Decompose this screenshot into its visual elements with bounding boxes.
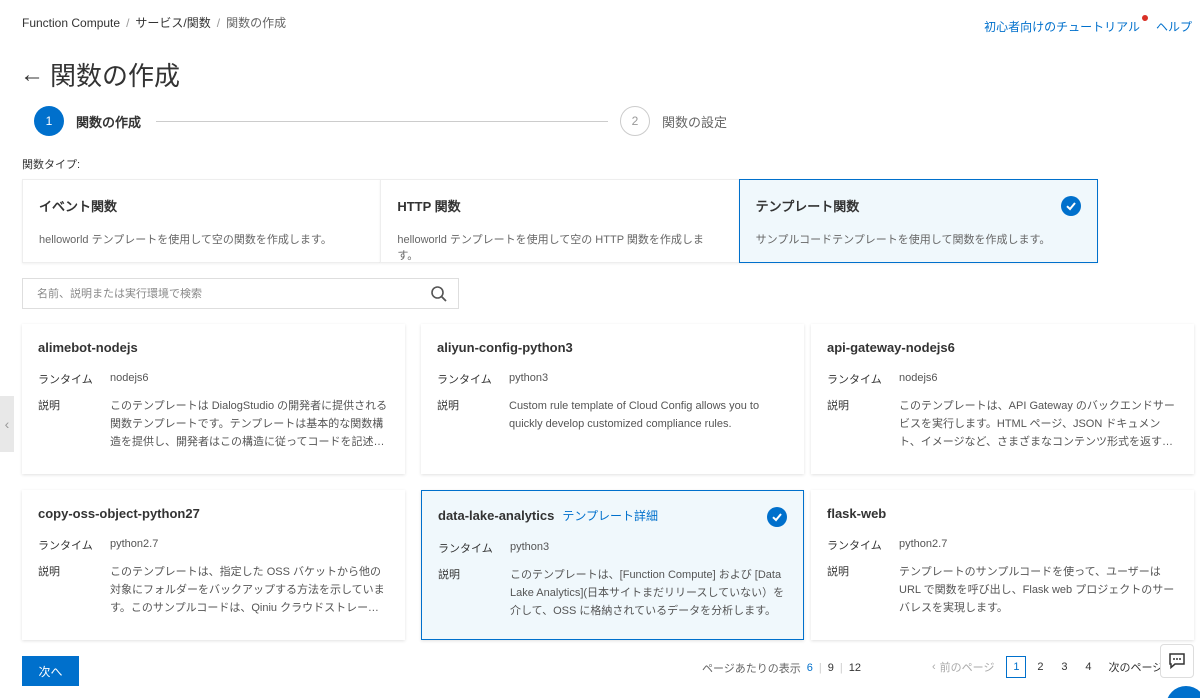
notification-dot: [1141, 15, 1148, 21]
runtime-value: python3: [509, 372, 549, 384]
divider: |: [839, 662, 843, 674]
runtime-label: ランタイム: [438, 543, 493, 555]
runtime-label: ランタイム: [827, 374, 882, 386]
back-arrow-icon[interactable]: ←: [20, 61, 44, 89]
runtime-value: nodejs6: [110, 372, 149, 384]
type-card-title: HTTP 関数: [397, 199, 461, 214]
desc-label: 説明: [827, 566, 849, 578]
per-page-option-9[interactable]: 9: [828, 662, 834, 674]
page-2[interactable]: 2: [1030, 656, 1050, 678]
help-link[interactable]: ヘルプ: [1156, 18, 1192, 35]
desc-value: このテンプレートは、API Gateway のバックエンドサービスを実行します。…: [899, 400, 1175, 448]
desc-label: 説明: [437, 400, 459, 412]
runtime-value: nodejs6: [899, 372, 938, 384]
template-name: alimebot-nodejs: [38, 340, 138, 355]
runtime-value: python2.7: [899, 538, 948, 550]
page-4[interactable]: 4: [1078, 656, 1098, 678]
desc-label: 説明: [827, 400, 849, 412]
runtime-value: python3: [510, 541, 550, 553]
desc-value: このテンプレートは DialogStudio の開発者に提供される関数テンプレー…: [110, 400, 388, 448]
tutorial-link[interactable]: 初心者向けのチュートリアル: [984, 15, 1148, 35]
template-card[interactable]: aliyun-config-python3 ランタイム python3 説明 Cus…: [421, 324, 804, 474]
runtime-label: ランタイム: [827, 540, 882, 552]
steps: 1 関数の作成 2 関数の設定: [34, 106, 754, 138]
assistant-button[interactable]: [1166, 686, 1200, 698]
step-label: 関数の設定: [662, 114, 728, 130]
desc-value: このテンプレートは、[Function Compute] および [Data L…: [510, 569, 785, 617]
per-page-option-12[interactable]: 12: [849, 662, 861, 674]
desc-label: 説明: [438, 569, 460, 581]
function-type-label: 関数タイプ:: [22, 159, 81, 171]
check-icon: [1060, 196, 1081, 216]
chat-icon: [1169, 653, 1185, 670]
step-2: 2 関数の設定: [620, 106, 727, 136]
step-connector: [156, 121, 608, 122]
type-card-event[interactable]: イベント関数 helloworld テンプレートを使用して空の関数を作成します。: [22, 179, 381, 263]
page-title: ← 関数の作成: [20, 56, 180, 93]
runtime-value: python2.7: [110, 538, 159, 550]
template-card[interactable]: copy-oss-object-python27 ランタイム python2.7 …: [22, 490, 405, 640]
step-1: 1 関数の作成: [34, 106, 141, 136]
prev-page-label: 前のページ: [939, 662, 995, 674]
template-card[interactable]: alimebot-nodejs ランタイム nodejs6 説明 このテンプレートは…: [22, 324, 405, 474]
template-name: copy-oss-object-python27: [38, 506, 200, 521]
template-card[interactable]: flask-web ランタイム python2.7 説明 テンプレートのサンプルコー…: [811, 490, 1194, 640]
check-icon: [767, 507, 787, 527]
desc-value: このテンプレートは、指定した OSS バケットから他の対象にフォルダーをバックア…: [110, 566, 385, 614]
chevron-left-icon: ‹: [932, 661, 936, 673]
page-3[interactable]: 3: [1054, 656, 1074, 678]
side-collapse-handle[interactable]: ‹: [0, 396, 14, 452]
divider: |: [818, 662, 822, 674]
runtime-label: ランタイム: [38, 540, 93, 552]
per-page-selector: ページあたりの表示 6 | 9 | 12: [702, 660, 861, 676]
type-card-desc: helloworld テンプレートを使用して空の関数を作成します。: [39, 234, 332, 246]
template-name: flask-web: [827, 506, 887, 521]
template-card-selected[interactable]: data-lake-analytics テンプレート詳細 ランタイム python3…: [421, 490, 804, 640]
breadcrumb-separator: /: [126, 16, 130, 30]
search-input[interactable]: [37, 287, 430, 300]
template-detail-link[interactable]: テンプレート詳細: [562, 507, 658, 524]
desc-label: 説明: [38, 566, 60, 578]
type-card-template[interactable]: テンプレート関数 サンプルコードテンプレートを使用して関数を作成します。: [738, 179, 1098, 263]
template-card[interactable]: api-gateway-nodejs6 ランタイム nodejs6 説明 このテンプ…: [811, 324, 1194, 474]
desc-value: Custom rule template of Cloud Config all…: [509, 400, 760, 430]
type-card-desc: サンプルコードテンプレートを使用して関数を作成します。: [755, 234, 1051, 246]
function-type-selector: イベント関数 helloworld テンプレートを使用して空の関数を作成します。…: [22, 179, 1098, 263]
type-card-http[interactable]: HTTP 関数 helloworld テンプレートを使用して空の HTTP 関数…: [380, 179, 739, 263]
feedback-button[interactable]: [1160, 644, 1194, 678]
pagination: ‹ 前のページ 1 2 3 4 次のページ: [932, 656, 1163, 678]
breadcrumb-item-function-compute[interactable]: Function Compute: [22, 16, 120, 30]
type-card-title: テンプレート関数: [755, 199, 860, 214]
next-page-button[interactable]: 次のページ: [1108, 659, 1163, 675]
chevron-left-icon: ‹: [4, 416, 10, 432]
per-page-label: ページあたりの表示: [702, 663, 801, 675]
prev-page-button[interactable]: ‹ 前のページ: [932, 659, 994, 675]
template-name: data-lake-analytics: [438, 508, 555, 523]
desc-value: テンプレートのサンプルコードを使って、ユーザーは URL で関数を呼び出し、Fl…: [899, 566, 1175, 614]
search-icon[interactable]: [430, 285, 448, 303]
per-page-option-6[interactable]: 6: [807, 662, 813, 674]
step-label: 関数の作成: [76, 114, 142, 130]
top-links: 初心者向けのチュートリアル ヘルプ: [984, 15, 1192, 35]
runtime-label: ランタイム: [38, 374, 93, 386]
breadcrumb-separator: /: [216, 16, 221, 30]
page-1[interactable]: 1: [1006, 656, 1027, 678]
tutorial-link-label: 初心者向けのチュートリアル: [984, 20, 1140, 34]
step-number: 1: [34, 106, 64, 136]
step-number: 2: [620, 106, 650, 136]
breadcrumb-item-services[interactable]: サービス/関数: [135, 16, 210, 30]
type-card-desc: helloworld テンプレートを使用して空の HTTP 関数を作成します。: [397, 234, 704, 262]
breadcrumb: Function Compute / サービス/関数 / 関数の作成: [22, 14, 286, 31]
search-box: [22, 278, 459, 309]
template-name: aliyun-config-python3: [437, 340, 573, 355]
type-card-title: イベント関数: [39, 199, 118, 214]
desc-label: 説明: [38, 400, 60, 412]
runtime-label: ランタイム: [437, 374, 492, 386]
page-title-text: 関数の作成: [50, 61, 181, 91]
breadcrumb-item-current: 関数の作成: [226, 16, 287, 30]
template-name: api-gateway-nodejs6: [827, 340, 955, 355]
next-button[interactable]: 次へ: [22, 656, 79, 686]
